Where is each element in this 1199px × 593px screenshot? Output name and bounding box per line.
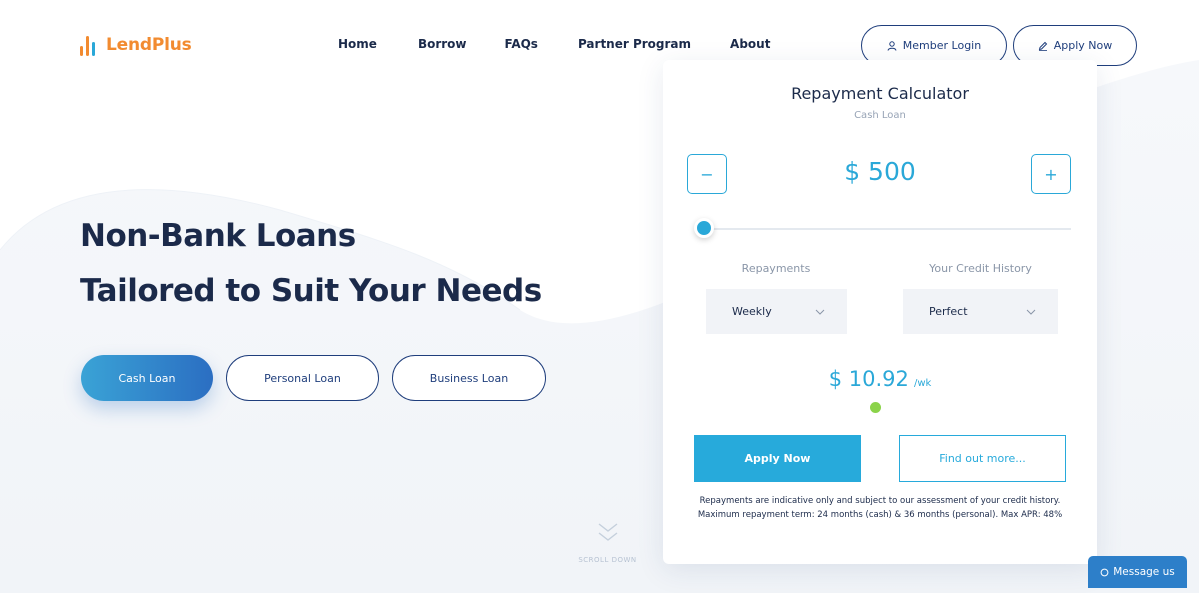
- nav-partner-program[interactable]: Partner Program: [578, 37, 691, 51]
- message-us-label: Message us: [1113, 566, 1175, 578]
- calculator-apply-now-button[interactable]: Apply Now: [694, 435, 861, 482]
- chevron-down-icon: [815, 309, 825, 315]
- calculator-subtitle: Cash Loan: [854, 110, 906, 121]
- user-icon: [887, 40, 897, 51]
- find-out-more-button[interactable]: Find out more...: [899, 435, 1066, 482]
- nav-faqs[interactable]: FAQs: [505, 37, 538, 51]
- hero-title-line2: Tailored to Suit Your Needs: [80, 273, 542, 309]
- business-loan-label: Business Loan: [429, 371, 509, 385]
- cash-loan-label: Cash Loan: [118, 371, 176, 385]
- credit-history-select[interactable]: Perfect: [903, 289, 1058, 334]
- repayments-select[interactable]: Weekly: [706, 289, 847, 334]
- header-apply-now-label: Apply Now: [1053, 39, 1113, 52]
- chevron-down-icon: [1026, 309, 1036, 315]
- cash-loan-button[interactable]: Cash Loan: [81, 355, 213, 401]
- hero-title-line1: Non-Bank Loans: [80, 218, 356, 254]
- personal-loan-label: Personal Loan: [264, 371, 341, 385]
- brand-name: LendPlus: [106, 35, 192, 55]
- credit-history-label: Your Credit History: [929, 262, 1032, 275]
- calculator-disclaimer: Repayments are indicative only and subje…: [697, 496, 1063, 520]
- main-nav: Home Borrow FAQs Partner Program About: [338, 37, 770, 51]
- repayment-amount: $ 10.92: [828, 367, 909, 391]
- double-chevron-down-icon: [598, 523, 617, 541]
- amount-slider-track[interactable]: [701, 228, 1071, 230]
- repayment-calculator-card: Repayment Calculator Cash Loan − $ 500 +…: [663, 60, 1097, 564]
- personal-loan-button[interactable]: Personal Loan: [226, 355, 379, 401]
- calculator-title: Repayment Calculator: [791, 84, 969, 103]
- repayment-period: /wk: [913, 378, 932, 389]
- increase-amount-button[interactable]: +: [1031, 154, 1071, 194]
- message-us-button[interactable]: Message us: [1088, 556, 1187, 588]
- scroll-down-indicator[interactable]: SCROLL DOWN: [570, 520, 645, 564]
- repayments-label: Repayments: [741, 262, 811, 275]
- nav-about[interactable]: About: [730, 37, 770, 51]
- nav-borrow[interactable]: Borrow: [418, 37, 467, 51]
- amount-slider-thumb[interactable]: [694, 218, 714, 238]
- member-login-label: Member Login: [902, 39, 982, 52]
- info-dot-icon[interactable]: [870, 402, 881, 413]
- nav-home[interactable]: Home: [338, 37, 377, 51]
- repayments-value: Weekly: [732, 305, 772, 318]
- logo-bars-icon: [80, 34, 98, 56]
- edit-icon: [1038, 41, 1047, 51]
- brand-logo[interactable]: LendPlus: [80, 34, 192, 56]
- business-loan-button[interactable]: Business Loan: [392, 355, 546, 401]
- plus-icon: +: [1044, 164, 1058, 184]
- repayment-result: $ 10.92 /wk: [663, 367, 1097, 391]
- chat-icon: [1100, 568, 1109, 576]
- scroll-down-label: SCROLL DOWN: [578, 556, 637, 564]
- credit-history-value: Perfect: [929, 305, 968, 318]
